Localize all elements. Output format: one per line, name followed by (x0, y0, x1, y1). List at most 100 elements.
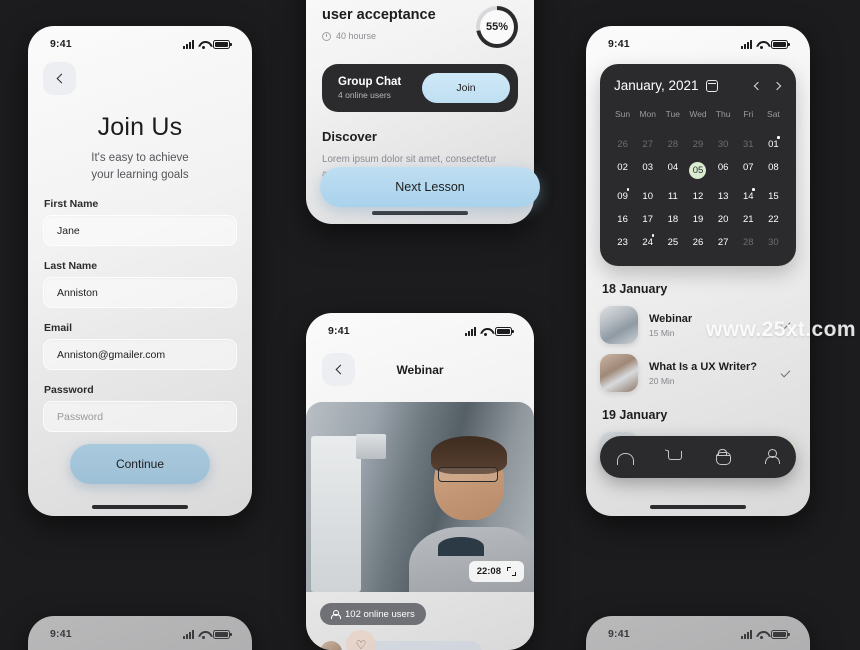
field-password: Password Password (43, 384, 237, 432)
user-icon (331, 609, 341, 619)
home-icon[interactable] (616, 449, 634, 465)
fullscreen-icon[interactable] (507, 567, 516, 576)
video-person-glasses (438, 466, 498, 482)
phone-partial-bottom-left: 9:41 (28, 616, 252, 650)
continue-button[interactable]: Continue (70, 444, 210, 484)
calendar-day[interactable]: 27 (711, 231, 736, 254)
calendar-day[interactable]: 18 (660, 208, 685, 231)
calendar-day[interactable]: 04 (660, 156, 685, 185)
calendar-day[interactable]: 26 (685, 231, 710, 254)
calendar-day[interactable]: 25 (660, 231, 685, 254)
group-chat-card[interactable]: Group Chat 4 online users Join (322, 64, 518, 112)
calendar-day[interactable]: 29 (685, 133, 710, 156)
like-button[interactable]: ♡ (346, 630, 376, 650)
calendar-day[interactable]: 06 (711, 156, 736, 185)
calendar-day[interactable]: 09 (610, 185, 635, 208)
calendar-day[interactable]: 21 (736, 208, 761, 231)
calendar-day[interactable]: 28 (736, 231, 761, 254)
completed-check-icon[interactable] (774, 362, 796, 384)
calendar-day[interactable]: 02 (610, 156, 635, 185)
calendar-day[interactable]: 31 (736, 133, 761, 156)
calendar-day[interactable]: 26 (610, 133, 635, 156)
calendar-day[interactable]: 30 (761, 231, 786, 254)
calendar-day[interactable]: 20 (711, 208, 736, 231)
group-chat-subtitle: 4 online users (338, 90, 391, 100)
last-name-input[interactable]: Anniston (43, 277, 237, 308)
calendar-day[interactable]: 12 (685, 185, 710, 208)
phone-calendar: 9:41 January, 2021 Sun Mon Tue Wed Thu Fri Sat… (586, 26, 810, 516)
calendar-days: 26 27 28 29 30 31 01 02 03 04 05 06 07 08 09 10 11 12 13 14… (610, 133, 786, 254)
page-title: Join Us (97, 113, 183, 141)
calendar-day[interactable]: 28 (660, 133, 685, 156)
phone-partial-bottom-right: 9:41 (586, 616, 810, 650)
video-player[interactable]: 22:08 (306, 402, 534, 592)
calendar-day[interactable]: 24 (635, 231, 660, 254)
calendar-day[interactable]: 15 (761, 185, 786, 208)
status-icons (741, 629, 790, 639)
video-timestamp[interactable]: 22:08 (468, 561, 524, 582)
field-label: Password (44, 384, 94, 396)
calendar-day[interactable]: 07 (736, 156, 761, 185)
cellular-signal-icon (465, 326, 476, 336)
calendar-month[interactable]: January, 2021 (614, 78, 718, 93)
cellular-signal-icon (183, 39, 194, 49)
back-button[interactable] (43, 62, 76, 95)
home-indicator (372, 211, 468, 215)
bottom-tab-bar (600, 436, 796, 478)
first-name-input[interactable]: Jane (43, 215, 237, 246)
battery-icon (771, 39, 790, 49)
calendar-day[interactable]: 14 (736, 185, 761, 208)
calendar-day[interactable]: 17 (635, 208, 660, 231)
calendar-weekday: Sat (767, 109, 780, 119)
status-bar: 9:41 (586, 616, 810, 642)
home-indicator (650, 505, 746, 509)
wifi-icon (756, 630, 767, 639)
calendar-day[interactable]: 05 (685, 156, 710, 185)
calendar-weekday: Sun (615, 109, 631, 119)
next-month-button[interactable] (772, 81, 782, 90)
course-duration: 40 hourse (322, 31, 436, 41)
calendar-day[interactable]: 27 (635, 133, 660, 156)
user-icon[interactable] (763, 449, 780, 465)
page-subtitle: It's easy to achieve your learning goals (91, 152, 189, 181)
status-bar: 9:41 (306, 313, 534, 339)
video-background-object (356, 434, 386, 459)
list-item[interactable]: What Is a UX Writer? 20 Min (600, 354, 796, 392)
calendar-day[interactable]: 08 (761, 156, 786, 185)
event-dot (651, 234, 655, 237)
calendar-weekdays: Sun Mon Tue Wed Thu Fri Sat (610, 103, 786, 123)
event-title: What Is a UX Writer? (649, 360, 757, 373)
calendar-day[interactable]: 10 (635, 185, 660, 208)
status-time: 9:41 (608, 628, 630, 640)
next-lesson-button[interactable]: Next Lesson (320, 167, 540, 207)
calendar-day[interactable]: 01 (761, 133, 786, 156)
calendar-day[interactable]: 11 (660, 185, 685, 208)
calendar-day[interactable]: 22 (761, 208, 786, 231)
calendar-header: January, 2021 (610, 78, 786, 93)
event-dot (777, 136, 780, 139)
wifi-icon (198, 630, 209, 639)
calendar-day[interactable]: 19 (685, 208, 710, 231)
join-button[interactable]: Join (422, 73, 510, 103)
calendar-weekday: Tue (665, 109, 681, 119)
cellular-signal-icon (741, 39, 752, 49)
prev-month-button[interactable] (753, 81, 763, 90)
event-text: What Is a UX Writer? 20 Min (649, 361, 774, 386)
cart-icon[interactable] (665, 449, 682, 465)
status-time: 9:41 (50, 38, 72, 50)
event-dot (752, 188, 755, 191)
password-input[interactable]: Password (43, 401, 237, 432)
nav-bar: Webinar (306, 339, 534, 386)
status-bar: 9:41 (28, 616, 252, 642)
calendar-day[interactable]: 16 (610, 208, 635, 231)
calendar-day[interactable]: 03 (635, 156, 660, 185)
calendar-day[interactable]: 23 (610, 231, 635, 254)
calendar-day[interactable]: 30 (711, 133, 736, 156)
status-bar: 9:41 (28, 26, 252, 52)
email-input[interactable]: Anniston@gmailer.com (43, 339, 237, 370)
course-header: user acceptance 40 hourse 55% (322, 6, 518, 48)
field-label: First Name (44, 198, 99, 210)
battery-icon (213, 39, 232, 49)
calendar-day[interactable]: 13 (711, 185, 736, 208)
bag-icon[interactable] (714, 449, 731, 465)
